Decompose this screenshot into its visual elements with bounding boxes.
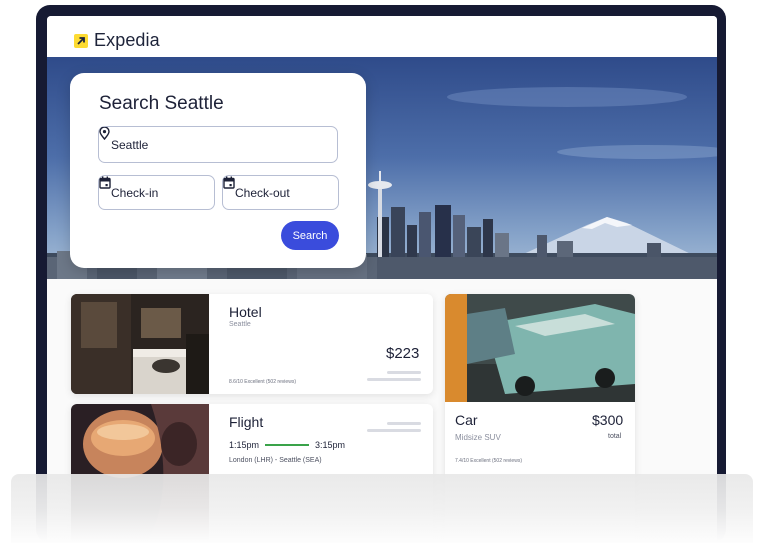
car-image <box>445 294 635 402</box>
search-card: Search Seattle Seattle Check-in Check-ou… <box>70 73 366 268</box>
hotel-image <box>71 294 209 394</box>
brand-logo[interactable]: Expedia <box>74 30 160 51</box>
car-type: Midsize SUV <box>455 433 501 442</box>
arrive-time: 3:15pm <box>315 440 346 450</box>
checkin-label: Check-in <box>111 185 159 200</box>
location-pin-icon <box>99 127 110 140</box>
car-rating: 7.4/10 Excellent (502 reviews) <box>455 458 522 464</box>
calendar-icon <box>99 176 111 189</box>
hero-banner: Search Seattle Seattle Check-in Check-ou… <box>47 57 717 279</box>
calendar-icon <box>223 176 235 189</box>
app-screen: Expedia Search Seattle Seattle Check-in … <box>47 16 717 543</box>
car-price-note: total <box>608 433 622 440</box>
destination-value: Seattle <box>111 137 149 152</box>
top-bar: Expedia <box>47 16 717 57</box>
search-title: Search Seattle <box>99 93 224 114</box>
placeholder-bar <box>387 422 421 425</box>
destination-input[interactable]: Seattle <box>98 126 338 163</box>
depart-time: 1:15pm <box>229 440 260 450</box>
flight-duration-line <box>265 444 310 446</box>
checkout-input[interactable]: Check-out <box>222 175 339 210</box>
placeholder-bar <box>367 378 421 381</box>
hotel-location: Seattle <box>229 321 251 328</box>
checkin-input[interactable]: Check-in <box>98 175 215 210</box>
flight-times: 1:15pm 3:15pm <box>229 440 345 450</box>
checkout-label: Check-out <box>235 185 290 200</box>
search-button[interactable]: Search <box>281 221 339 250</box>
placeholder-bar <box>367 429 421 432</box>
hotel-title: Hotel <box>229 304 262 320</box>
hotel-result-card[interactable]: Hotel Seattle $223 8.6/10 Excellent (502… <box>71 294 433 394</box>
car-price: $300 <box>592 412 624 428</box>
hotel-rating: 8.6/10 Excellent (502 reviews) <box>229 379 296 385</box>
car-title: Car <box>455 412 478 428</box>
placeholder-bar <box>387 371 421 374</box>
arrow-up-right-icon <box>74 33 88 48</box>
device-reflection <box>11 474 753 543</box>
brand-name: Expedia <box>94 30 160 50</box>
flight-route: London (LHR) - Seattle (SEA) <box>229 457 322 464</box>
hotel-price: $223 <box>386 345 420 362</box>
flight-title: Flight <box>229 414 264 430</box>
